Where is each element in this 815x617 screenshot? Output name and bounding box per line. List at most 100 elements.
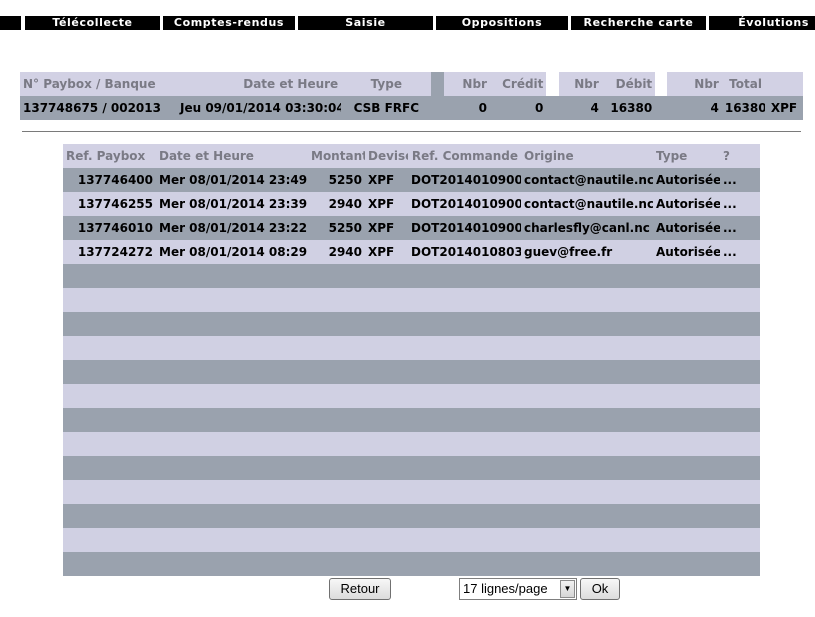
col-header-total: Total	[721, 72, 765, 96]
empty-row	[63, 552, 760, 576]
transactions-header-row: Ref. Paybox Date et Heure Montant Devise…	[63, 144, 760, 168]
col-header-help: ?	[720, 144, 760, 168]
col-header-devise	[764, 72, 803, 96]
chevron-down-icon[interactable]: ▼	[560, 580, 575, 598]
col-header-nbr-debit: Nbr	[558, 72, 602, 96]
nav-evolutions[interactable]: Évolutions	[709, 16, 815, 30]
cell-ref-paybox: 137746255	[63, 192, 156, 216]
col-header-origine: Origine	[521, 144, 653, 168]
summary-header-row: N° Paybox / Banque Date et Heure Type Nb…	[20, 72, 803, 96]
nav-comptes-rendus[interactable]: Comptes-rendus	[163, 16, 295, 30]
summary-paybox-banque: 137748675 / 002013	[20, 96, 177, 120]
lines-per-page-value: 17 lignes/page	[463, 581, 548, 596]
empty-row	[63, 264, 760, 288]
cell-type: Autorisée	[653, 240, 720, 264]
details-link[interactable]: ...	[720, 216, 760, 240]
transactions-table: Ref. Paybox Date et Heure Montant Devise…	[63, 144, 760, 576]
empty-row	[63, 408, 760, 432]
divider	[22, 131, 801, 132]
empty-cell	[63, 456, 760, 480]
empty-cell	[63, 288, 760, 312]
empty-row	[63, 384, 760, 408]
column-separator	[655, 72, 668, 96]
cell-type: Autorisée	[653, 192, 720, 216]
summary-nbr-debit: 4	[558, 96, 602, 120]
details-link[interactable]: ...	[720, 240, 760, 264]
col-header-type: Type	[653, 144, 720, 168]
cell-date-heure: Mer 08/01/2014 23:39:05	[156, 192, 308, 216]
empty-row	[63, 360, 760, 384]
column-separator	[431, 96, 444, 120]
cell-ref-paybox: 137746010	[63, 216, 156, 240]
cell-devise: XPF	[365, 240, 408, 264]
empty-row	[63, 528, 760, 552]
lines-per-page-select[interactable]: 17 lignes/page ▼	[459, 578, 577, 600]
table-row: 137746255 Mer 08/01/2014 23:39:05 2940 X…	[63, 192, 760, 216]
cell-ref-commande: DOT20140109001	[408, 216, 521, 240]
empty-row	[63, 312, 760, 336]
summary-table: N° Paybox / Banque Date et Heure Type Nb…	[20, 72, 803, 120]
empty-cell	[63, 360, 760, 384]
summary-date-heure: Jeu 09/01/2014 03:30:04	[177, 96, 342, 120]
empty-cell	[63, 408, 760, 432]
details-link[interactable]: ...	[720, 168, 760, 192]
empty-cell	[63, 384, 760, 408]
summary-devise: XPF	[764, 96, 803, 120]
empty-cell	[63, 336, 760, 360]
column-separator	[546, 96, 559, 120]
summary-credit: 0	[489, 96, 547, 120]
cell-origine: contact@nautile.nc	[521, 168, 653, 192]
summary-total: 16380	[721, 96, 765, 120]
empty-cell	[63, 528, 760, 552]
cell-ref-commande: DOT20140108032	[408, 240, 521, 264]
column-separator	[546, 72, 559, 96]
empty-row	[63, 288, 760, 312]
cell-origine: guev@free.fr	[521, 240, 653, 264]
empty-cell	[63, 312, 760, 336]
cell-origine: contact@nautile.nc	[521, 192, 653, 216]
cell-montant: 2940	[308, 240, 365, 264]
table-row: 137724272 Mer 08/01/2014 08:29:29 2940 X…	[63, 240, 760, 264]
col-header-paybox-banque: N° Paybox / Banque	[20, 72, 177, 96]
cell-devise: XPF	[365, 168, 408, 192]
retour-button[interactable]: Retour	[329, 578, 391, 600]
empty-row	[63, 336, 760, 360]
summary-nbr-total: 4	[667, 96, 722, 120]
table-row: 137746010 Mer 08/01/2014 23:22:48 5250 X…	[63, 216, 760, 240]
cell-montant: 5250	[308, 216, 365, 240]
col-header-devise: Devise	[365, 144, 408, 168]
table-row: 137746400 Mer 08/01/2014 23:49:40 5250 X…	[63, 168, 760, 192]
empty-cell	[63, 552, 760, 576]
col-header-date-heure: Date et Heure	[156, 144, 308, 168]
nav-saisie[interactable]: Saisie	[298, 16, 433, 30]
cell-origine: charlesfly@canl.nc	[521, 216, 653, 240]
cell-type: Autorisée	[653, 216, 720, 240]
empty-cell	[63, 504, 760, 528]
cell-type: Autorisée	[653, 168, 720, 192]
details-link[interactable]: ...	[720, 192, 760, 216]
summary-nbr-credit: 0	[443, 96, 490, 120]
col-header-nbr-total: Nbr	[667, 72, 722, 96]
summary-debit: 16380	[601, 96, 656, 120]
summary-value-row: 137748675 / 002013 Jeu 09/01/2014 03:30:…	[20, 96, 803, 120]
col-header-debit: Débit	[601, 72, 656, 96]
col-header-nbr-credit: Nbr	[443, 72, 490, 96]
empty-row	[63, 432, 760, 456]
cell-ref-commande: DOT20140109002	[408, 192, 521, 216]
cell-devise: XPF	[365, 216, 408, 240]
summary-type: CSB FRFC	[341, 96, 432, 120]
empty-row	[63, 504, 760, 528]
column-separator	[431, 72, 444, 96]
column-separator	[655, 96, 668, 120]
empty-row	[63, 456, 760, 480]
top-nav: Télécollecte Comptes-rendus Saisie Oppos…	[0, 16, 815, 30]
nav-oppositions[interactable]: Oppositions	[436, 16, 568, 30]
nav-telecollecte[interactable]: Télécollecte	[25, 16, 160, 30]
cell-date-heure: Mer 08/01/2014 23:22:48	[156, 216, 308, 240]
nav-recherche-carte[interactable]: Recherche carte	[571, 16, 706, 30]
col-header-credit: Crédit	[489, 72, 547, 96]
ok-button[interactable]: Ok	[580, 578, 620, 600]
col-header-ref-commande: Ref. Commande	[408, 144, 521, 168]
cell-devise: XPF	[365, 192, 408, 216]
cell-montant: 5250	[308, 168, 365, 192]
